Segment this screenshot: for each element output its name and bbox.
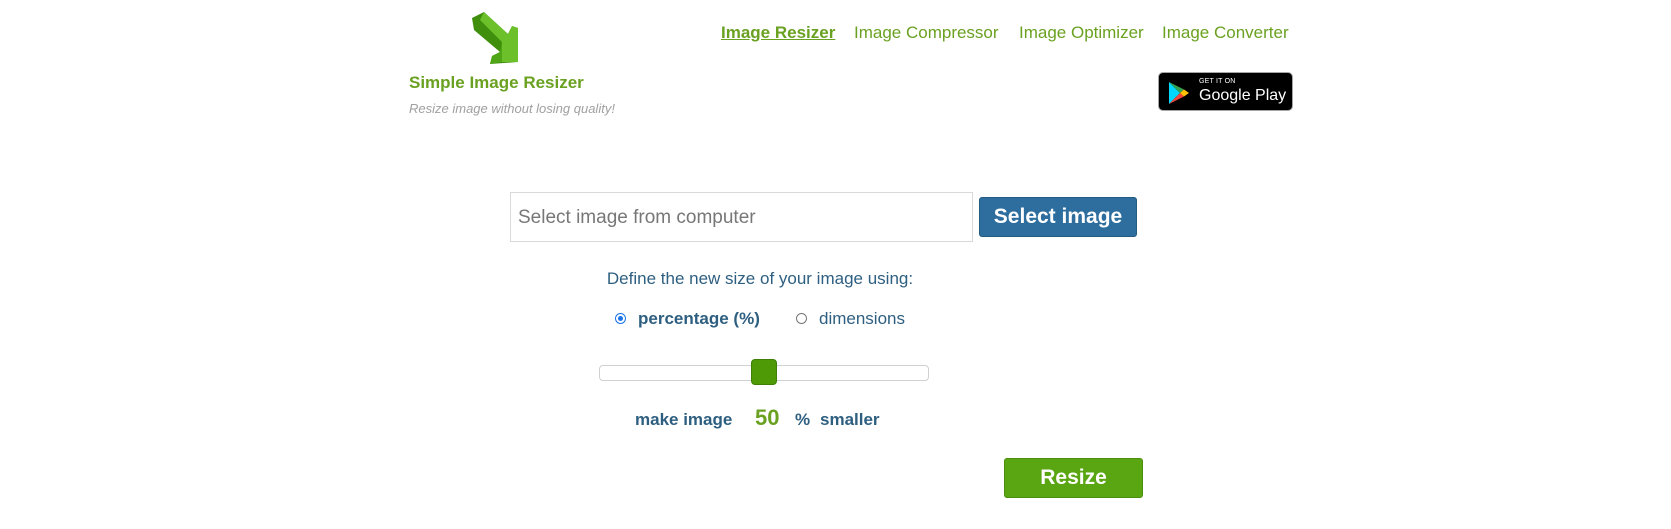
brand-title: Simple Image Resizer <box>409 73 584 92</box>
file-input[interactable]: Select image from computer <box>510 192 973 242</box>
percentage-value: 50 <box>755 405 780 430</box>
resize-mode-prompt: Define the new size of your image using: <box>606 269 914 288</box>
radio-percentage-label[interactable]: percentage (%) <box>638 309 760 329</box>
google-play-text: Google Play <box>1199 87 1287 104</box>
radio-dimensions-button[interactable] <box>796 313 807 324</box>
google-play-small-text: GET IT ON <box>1199 78 1236 85</box>
resize-button[interactable]: Resize <box>1004 458 1143 498</box>
nav-image-converter[interactable]: Image Converter <box>1162 23 1289 43</box>
page: Simple Image Resizer Resize image withou… <box>0 0 1671 529</box>
top-nav: Image Resizer Image Compressor Image Opt… <box>0 23 1671 47</box>
nav-image-resizer[interactable]: Image Resizer <box>721 23 835 43</box>
radio-dimensions-label[interactable]: dimensions <box>819 309 905 329</box>
percentage-slider-handle[interactable] <box>751 359 777 385</box>
google-play-badge[interactable]: GET IT ON Google Play <box>1158 72 1293 111</box>
summary-suffix: smaller <box>820 410 880 429</box>
play-store-icon <box>1169 82 1189 104</box>
select-image-button[interactable]: Select image <box>979 197 1137 237</box>
summary-unit: % <box>795 410 811 429</box>
brand-tagline: Resize image without losing quality! <box>409 101 615 116</box>
summary-prefix: make image <box>635 410 733 429</box>
nav-image-optimizer[interactable]: Image Optimizer <box>1019 23 1144 43</box>
file-input-placeholder: Select image from computer <box>518 207 756 228</box>
radio-percentage-button[interactable] <box>615 313 626 324</box>
nav-image-compressor[interactable]: Image Compressor <box>854 23 999 43</box>
